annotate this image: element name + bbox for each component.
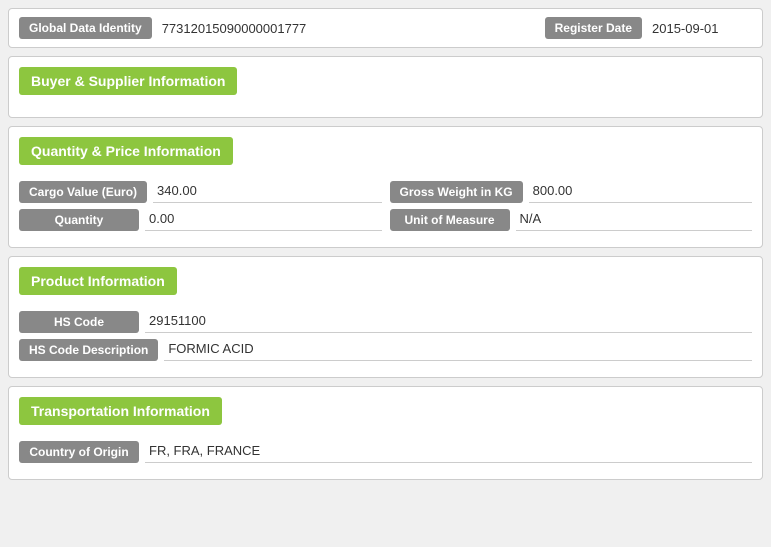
quantity-uom-row: Quantity 0.00 Unit of Measure N/A — [19, 209, 752, 231]
country-of-origin-group: Country of Origin FR, FRA, FRANCE — [19, 441, 752, 463]
hs-code-desc-value: FORMIC ACID — [164, 339, 752, 361]
uom-label: Unit of Measure — [390, 209, 510, 231]
top-bar: Global Data Identity 7731201509000000177… — [8, 8, 763, 48]
hs-code-label: HS Code — [19, 311, 139, 333]
global-data-identity-label: Global Data Identity — [19, 17, 152, 39]
uom-group: Unit of Measure N/A — [390, 209, 753, 231]
transportation-fields: Country of Origin FR, FRA, FRANCE — [9, 435, 762, 467]
global-data-identity-value: 77312015090000001777 — [162, 21, 535, 36]
register-date-value: 2015-09-01 — [652, 21, 752, 36]
buyer-supplier-section: Buyer & Supplier Information — [8, 56, 763, 118]
country-of-origin-row: Country of Origin FR, FRA, FRANCE — [19, 441, 752, 463]
country-of-origin-label: Country of Origin — [19, 441, 139, 463]
quantity-price-fields: Cargo Value (Euro) 340.00 Gross Weight i… — [9, 175, 762, 235]
gross-weight-label: Gross Weight in KG — [390, 181, 523, 203]
quantity-value: 0.00 — [145, 209, 382, 231]
hs-code-desc-label: HS Code Description — [19, 339, 158, 361]
cargo-value-value: 340.00 — [153, 181, 381, 203]
product-info-fields: HS Code 29151100 HS Code Description FOR… — [9, 305, 762, 365]
uom-value: N/A — [516, 209, 753, 231]
quantity-price-section: Quantity & Price Information Cargo Value… — [8, 126, 763, 248]
cargo-value-label: Cargo Value (Euro) — [19, 181, 147, 203]
page-wrapper: Global Data Identity 7731201509000000177… — [0, 0, 771, 488]
hs-code-group: HS Code 29151100 — [19, 311, 752, 333]
quantity-group: Quantity 0.00 — [19, 209, 382, 231]
transportation-header: Transportation Information — [19, 397, 222, 425]
hs-code-value: 29151100 — [145, 311, 752, 333]
cargo-value-group: Cargo Value (Euro) 340.00 — [19, 181, 382, 203]
gross-weight-value: 800.00 — [529, 181, 752, 203]
hs-code-row: HS Code 29151100 — [19, 311, 752, 333]
hs-code-desc-group: HS Code Description FORMIC ACID — [19, 339, 752, 361]
cargo-gross-row: Cargo Value (Euro) 340.00 Gross Weight i… — [19, 181, 752, 203]
buyer-supplier-header: Buyer & Supplier Information — [19, 67, 237, 95]
country-of-origin-value: FR, FRA, FRANCE — [145, 441, 752, 463]
quantity-label: Quantity — [19, 209, 139, 231]
product-info-header: Product Information — [19, 267, 177, 295]
product-info-section: Product Information HS Code 29151100 HS … — [8, 256, 763, 378]
hs-code-desc-row: HS Code Description FORMIC ACID — [19, 339, 752, 361]
transportation-section: Transportation Information Country of Or… — [8, 386, 763, 480]
quantity-price-header: Quantity & Price Information — [19, 137, 233, 165]
register-date-label: Register Date — [545, 17, 642, 39]
gross-weight-group: Gross Weight in KG 800.00 — [390, 181, 753, 203]
